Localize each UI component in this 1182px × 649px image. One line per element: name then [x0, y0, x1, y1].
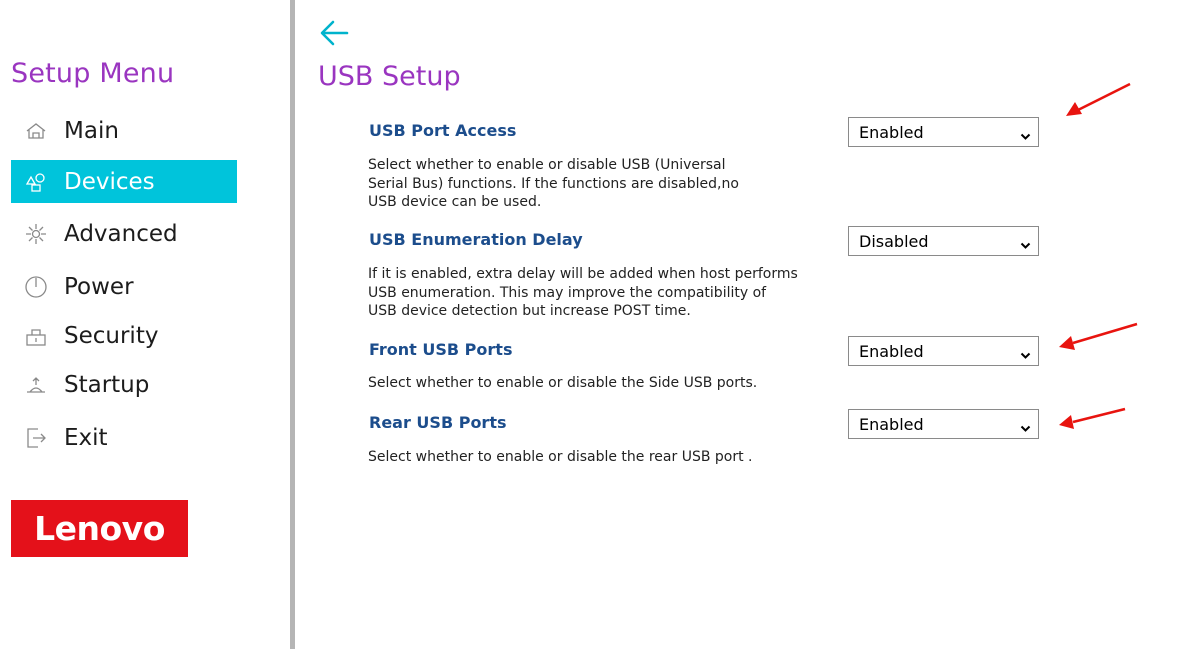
- select-value: Enabled: [859, 414, 924, 434]
- sidebar-item-label: Exit: [64, 424, 108, 451]
- sidebar-item-startup[interactable]: Startup: [11, 363, 237, 406]
- security-icon: [22, 324, 50, 348]
- sidebar-item-label: Power: [64, 273, 134, 300]
- sidebar-item-label: Devices: [64, 168, 155, 195]
- devices-icon: [22, 170, 50, 194]
- sidebar-item-security[interactable]: Security: [11, 314, 237, 357]
- annotation-arrow-icon: [1059, 407, 1126, 429]
- lenovo-logo: Lenovo: [11, 500, 188, 557]
- chevron-down-icon: [1020, 346, 1031, 359]
- sidebar-item-label: Main: [64, 117, 119, 144]
- back-arrow-icon[interactable]: [318, 16, 352, 50]
- desc-line: Serial Bus) functions. If the functions …: [368, 175, 739, 192]
- desc-line: USB device can be used.: [368, 194, 542, 210]
- desc-line: Select whether to enable or disable the …: [368, 375, 758, 391]
- annotation-arrow-icon: [1059, 322, 1138, 350]
- select-value: Enabled: [859, 341, 924, 361]
- select-value: Disabled: [859, 231, 929, 251]
- desc-line: Select whether to enable or disable the …: [368, 449, 753, 465]
- desc-line: If it is enabled, extra delay will be ad…: [368, 266, 798, 282]
- chevron-down-icon: [1020, 127, 1031, 140]
- usb-enumeration-delay-select[interactable]: Disabled: [848, 226, 1039, 256]
- sidebar-item-main[interactable]: Main: [11, 109, 237, 152]
- page-title: USB Setup: [318, 61, 461, 92]
- setting-label-usb-port-access: USB Port Access: [369, 121, 517, 140]
- setting-desc-usb-port-access: Select whether to enable or disable USB …: [368, 156, 808, 212]
- setting-desc-usb-enumeration-delay: If it is enabled, extra delay will be ad…: [368, 265, 808, 321]
- rear-usb-ports-select[interactable]: Enabled: [848, 409, 1039, 439]
- home-icon: [22, 119, 50, 143]
- desc-line: Select whether to enable or disable USB …: [368, 157, 726, 173]
- setting-label-front-usb-ports: Front USB Ports: [369, 340, 513, 359]
- chevron-down-icon: [1020, 236, 1031, 249]
- sidebar-item-label: Advanced: [64, 220, 178, 247]
- sidebar-item-advanced[interactable]: Advanced: [11, 212, 237, 255]
- sidebar-item-label: Startup: [64, 371, 150, 398]
- annotation-arrow-icon: [1066, 82, 1131, 116]
- setting-label-usb-enumeration-delay: USB Enumeration Delay: [369, 230, 583, 249]
- sidebar-item-exit[interactable]: Exit: [11, 416, 237, 459]
- desc-line: USB enumeration. This may improve the co…: [368, 284, 767, 301]
- sidebar-divider: [290, 0, 295, 649]
- setting-label-rear-usb-ports: Rear USB Ports: [369, 413, 507, 432]
- chevron-down-icon: [1020, 419, 1031, 432]
- power-icon: [22, 275, 50, 299]
- setting-desc-rear-usb-ports: Select whether to enable or disable the …: [368, 448, 808, 467]
- startup-icon: [22, 373, 50, 397]
- advanced-icon: [22, 222, 50, 246]
- exit-icon: [22, 426, 50, 450]
- menu-title: Setup Menu: [11, 58, 175, 89]
- desc-line: USB device detection but increase POST t…: [368, 303, 691, 319]
- usb-port-access-select[interactable]: Enabled: [848, 117, 1039, 147]
- sidebar-item-power[interactable]: Power: [11, 265, 237, 308]
- setting-desc-front-usb-ports: Select whether to enable or disable the …: [368, 374, 808, 393]
- select-value: Enabled: [859, 122, 924, 142]
- front-usb-ports-select[interactable]: Enabled: [848, 336, 1039, 366]
- sidebar-item-label: Security: [64, 322, 159, 349]
- logo-text: Lenovo: [34, 509, 165, 548]
- sidebar-item-devices[interactable]: Devices: [11, 160, 237, 203]
- sidebar: Setup Menu Main Devices Advanced Power S…: [0, 0, 290, 649]
